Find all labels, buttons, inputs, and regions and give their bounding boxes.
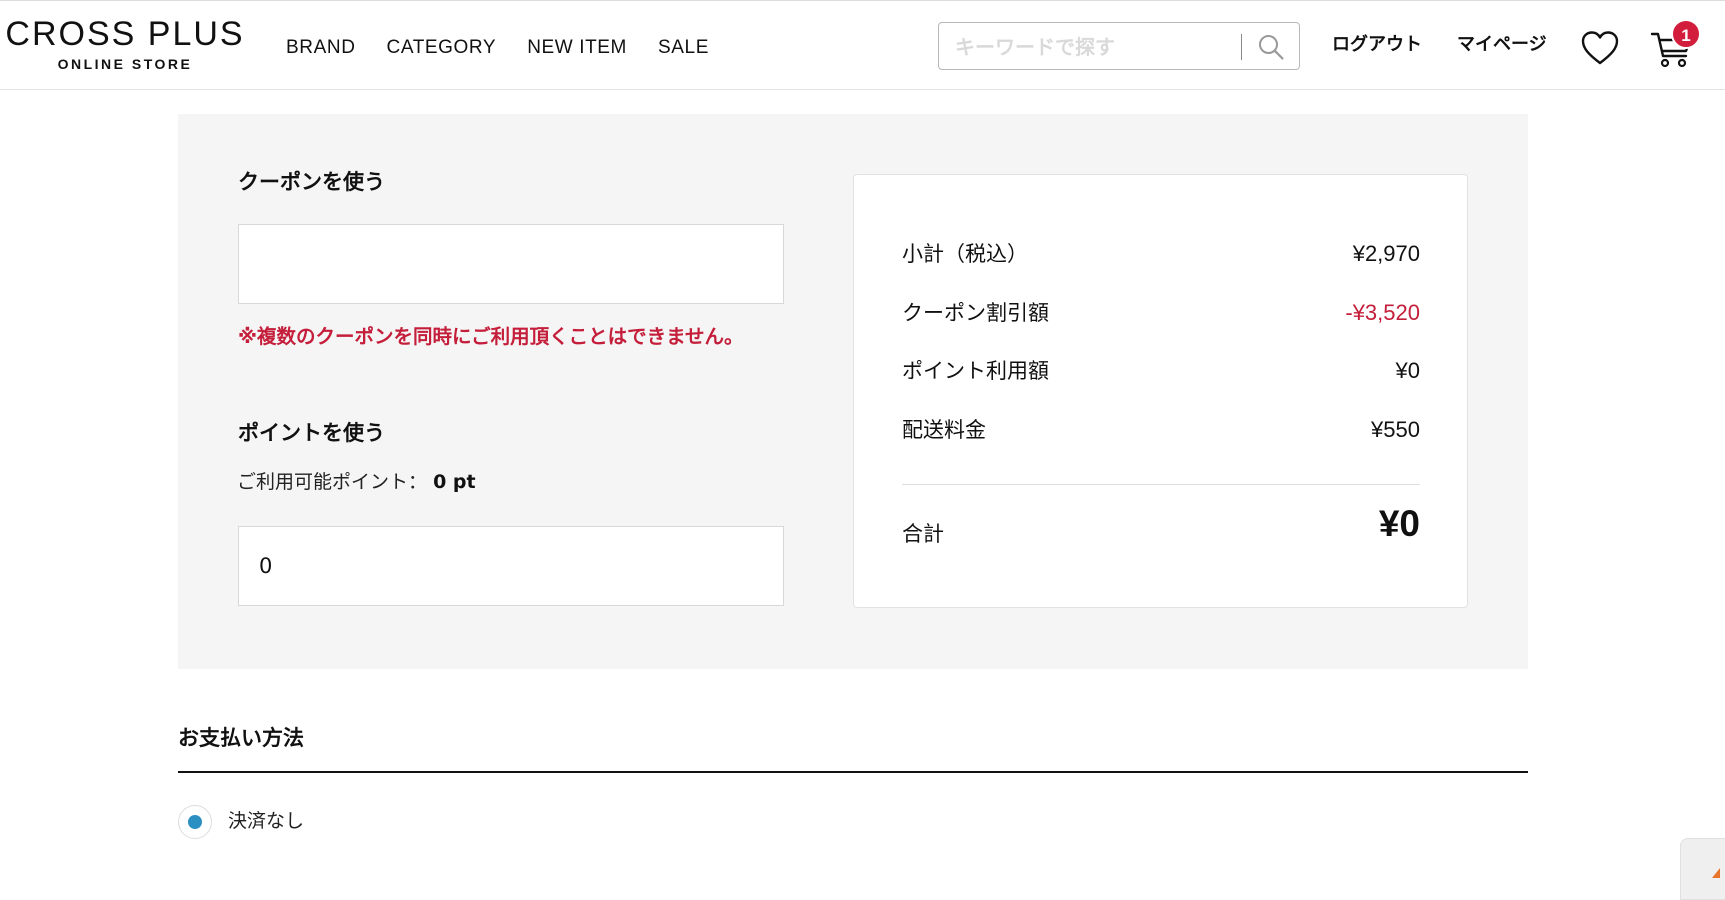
points-section-title: ポイントを使う <box>238 421 385 445</box>
cart-count-badge: 1 <box>1671 19 1701 49</box>
shipping-label: 配送料金 <box>902 418 986 442</box>
available-points: ご利用可能ポイント： 0 pt <box>237 468 476 496</box>
payment-section-title: お支払い方法 <box>178 726 304 750</box>
total-value: ¥0 <box>1378 503 1420 544</box>
payment-option-label[interactable]: 決済なし <box>228 808 304 834</box>
store-logo[interactable]: CROSS PLUS ONLINE STORE <box>5 16 245 72</box>
nav-brand[interactable]: BRAND <box>286 36 356 60</box>
search-input[interactable] <box>953 31 1237 63</box>
coupon-code-input[interactable] <box>238 224 784 304</box>
search-box <box>938 22 1300 70</box>
points-used-value: ¥0 <box>1395 358 1420 383</box>
logout-link[interactable]: ログアウト <box>1332 33 1422 57</box>
nav-sale[interactable]: SALE <box>658 36 709 60</box>
widget-accent-icon <box>1712 868 1720 878</box>
site-header: CROSS PLUS ONLINE STORE BRAND CATEGORY N… <box>0 0 1725 90</box>
payment-title-rule <box>178 771 1528 773</box>
radio-selected-dot <box>188 815 202 829</box>
coupon-warning-text: ※複数のクーポンを同時にご利用頂くことはできません。 <box>238 325 744 348</box>
coupon-discount-label: クーポン割引額 <box>902 301 1049 325</box>
search-icon[interactable] <box>1257 33 1285 61</box>
logo-main-text: CROSS PLUS <box>5 15 245 53</box>
total-row: 合計 ¥0 <box>902 503 1420 556</box>
coupon-discount-value: -¥3,520 <box>1345 300 1420 325</box>
total-label: 合計 <box>902 522 944 546</box>
summary-divider <box>902 484 1420 485</box>
search-divider <box>1241 34 1242 60</box>
points-input[interactable] <box>238 526 784 606</box>
nav-category[interactable]: CATEGORY <box>387 36 497 60</box>
mypage-link[interactable]: マイページ <box>1457 33 1547 57</box>
order-summary-card: 小計（税込） ¥2,970 クーポン割引額 -¥3,520 ポイント利用額 ¥0… <box>853 174 1468 608</box>
payment-option-radio[interactable] <box>178 805 212 839</box>
main-nav: BRAND CATEGORY NEW ITEM SALE <box>286 36 740 60</box>
nav-new-item[interactable]: NEW ITEM <box>527 36 627 60</box>
available-points-value: 0 pt <box>433 471 476 493</box>
coupon-section-title: クーポンを使う <box>238 170 385 194</box>
heart-icon[interactable] <box>1580 29 1620 67</box>
subtotal-value: ¥2,970 <box>1352 241 1420 266</box>
shipping-value: ¥550 <box>1371 417 1420 442</box>
logo-sub-text: ONLINE STORE <box>57 56 193 72</box>
subtotal-label: 小計（税込） <box>902 242 1028 266</box>
points-used-label: ポイント利用額 <box>902 359 1049 383</box>
available-points-label: ご利用可能ポイント： <box>237 471 428 493</box>
